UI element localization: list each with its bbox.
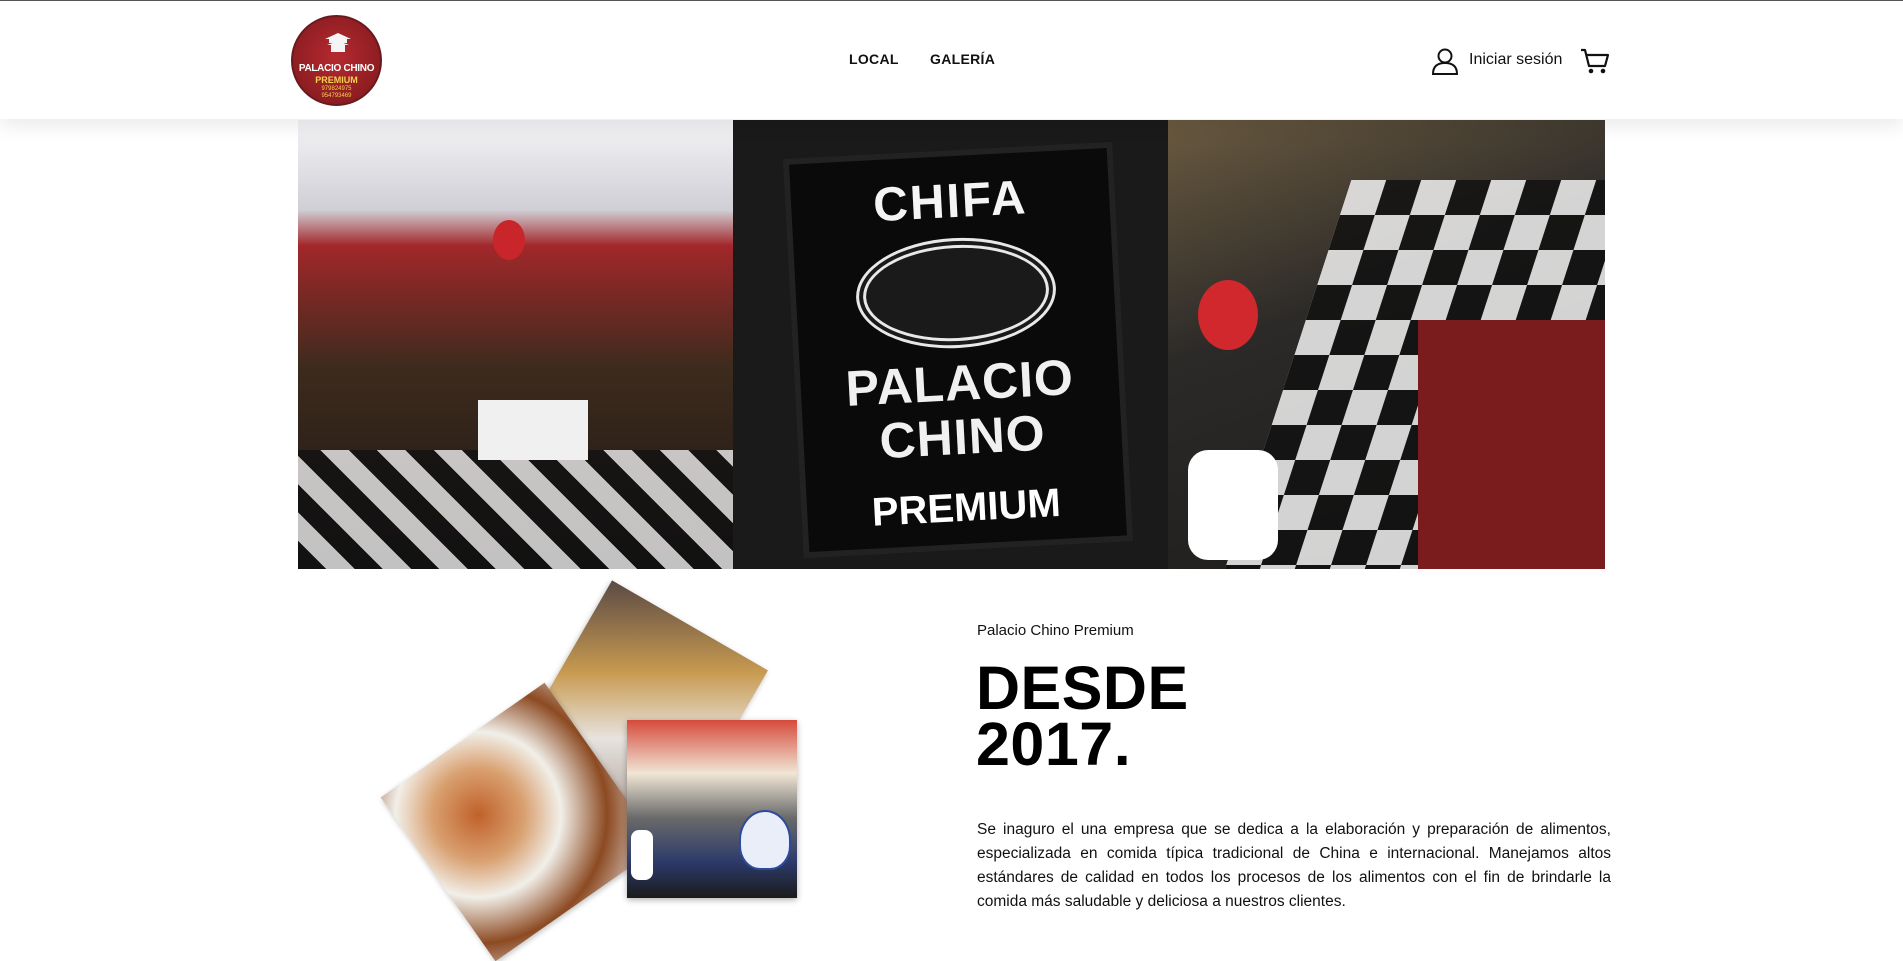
red-lantern <box>493 220 525 260</box>
restaurant-sign: CHIFA PALACIO CHINO PREMIUM <box>782 141 1134 559</box>
gallery-photo-dining-room[interactable] <box>298 120 733 569</box>
brand-logo[interactable]: PALACIO CHINO PREMIUM 979824975 95479346… <box>291 15 382 106</box>
user-icon[interactable] <box>1430 46 1460 76</box>
login-link[interactable]: Iniciar sesión <box>1469 51 1562 69</box>
logo-phone-2: 954793469 <box>321 93 352 99</box>
headline-line-1: DESDE <box>976 654 1189 722</box>
checkered-floor <box>298 450 733 569</box>
nav-item-galeria[interactable]: GALERÍA <box>930 51 995 67</box>
sign-emblem <box>853 232 1059 354</box>
red-lantern <box>1198 280 1258 350</box>
table-cloth <box>478 400 588 460</box>
gallery-photo-sign[interactable]: CHIFA PALACIO CHINO PREMIUM <box>733 120 1168 569</box>
about-kicker: Palacio Chino Premium <box>977 622 1134 639</box>
gallery-photo-upper-view[interactable] <box>1168 120 1605 569</box>
red-carpet <box>1418 320 1605 569</box>
collage-photo-interior <box>627 720 797 898</box>
chef-mascot <box>631 830 653 880</box>
nav-item-local[interactable]: LOCAL <box>849 51 899 67</box>
sign-line-4: PREMIUM <box>870 480 1062 535</box>
food-collage <box>380 580 820 961</box>
headline-line-2: 2017. <box>976 710 1132 778</box>
about-headline: DESDE 2017. <box>976 654 1336 778</box>
hero-gallery: CHIFA PALACIO CHINO PREMIUM <box>298 120 1605 569</box>
site-header: PALACIO CHINO PREMIUM 979824975 95479346… <box>0 1 1903 119</box>
chef-mascot <box>1188 450 1278 560</box>
sign-name: PALACIO CHINO <box>800 348 1123 472</box>
cart-icon[interactable] <box>1580 47 1610 75</box>
teapot <box>739 810 791 870</box>
pagoda-icon <box>325 33 351 52</box>
logo-name: PALACIO CHINO <box>298 63 375 74</box>
logo-tag: PREMIUM <box>315 75 358 85</box>
about-description: Se inaguro el una empresa que se dedica … <box>977 821 1611 910</box>
logo-phones: 979824975 954793469 <box>293 86 380 100</box>
logo-phone-1: 979824975 <box>321 86 352 92</box>
sign-line-1: CHIFA <box>871 171 1029 233</box>
